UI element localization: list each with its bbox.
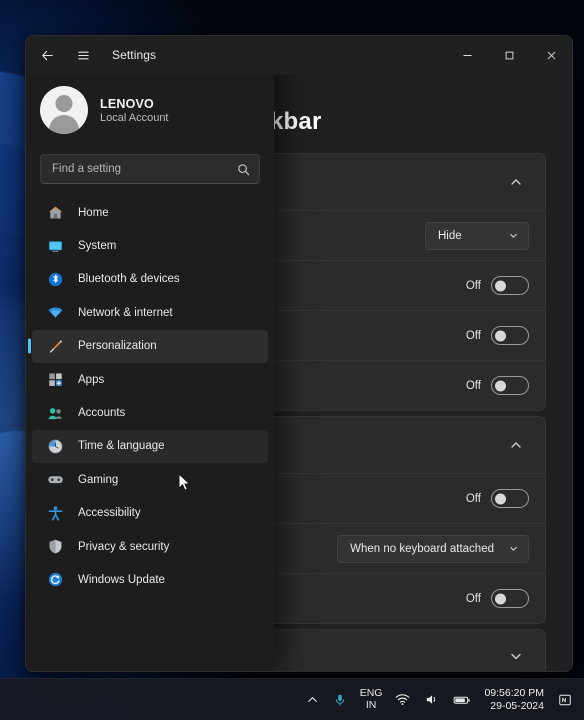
sidebar-item-label: Windows Update — [78, 573, 165, 586]
search-box[interactable] — [40, 154, 260, 184]
sidebar-item-gaming[interactable]: Gaming — [32, 463, 268, 496]
sidebar-item-windows-update[interactable]: Windows Update — [32, 563, 268, 596]
window-controls — [446, 36, 572, 74]
sidebar-item-accounts[interactable]: Accounts — [32, 396, 268, 429]
toggle-state-label: Off — [465, 379, 481, 392]
chevron-up-icon[interactable] — [503, 432, 529, 458]
minimize-button[interactable] — [446, 36, 488, 74]
navigation-flyout: LENOVO Local Account Find a setting Home… — [26, 36, 274, 671]
toggle-knob — [495, 330, 506, 341]
toggle-state-label: Off — [465, 279, 481, 292]
sidebar-item-time-language[interactable]: Time & language — [32, 429, 268, 464]
sidebar-item-label: Home — [78, 206, 109, 219]
page-title: kbar — [270, 108, 322, 135]
sidebar-item-system[interactable]: System — [32, 229, 268, 262]
close-button[interactable] — [530, 36, 572, 74]
sidebar-item-label: Apps — [78, 373, 105, 386]
apps-icon — [46, 371, 64, 389]
notification-bell-icon[interactable] — [552, 679, 578, 720]
system-icon — [46, 237, 64, 255]
maximize-button[interactable] — [488, 36, 530, 74]
user-avatar-icon[interactable] — [40, 86, 88, 134]
sidebar-item-label: Bluetooth & devices — [78, 273, 180, 286]
sidebar-item-label: Personalization — [78, 340, 157, 353]
accounts-icon — [46, 404, 64, 422]
accessibility-icon — [46, 504, 64, 522]
bluetooth-icon — [46, 270, 64, 288]
chevron-down-icon — [508, 230, 519, 241]
hamburger-menu-icon[interactable] — [68, 40, 98, 70]
sidebar-item-label: System — [78, 240, 117, 253]
network-wifi-icon — [46, 304, 64, 322]
clock-time: 09:56:20 PM — [484, 686, 544, 699]
settings-window: kbar ar — [25, 35, 573, 672]
search-icon — [237, 163, 250, 176]
clock-icon — [46, 437, 64, 455]
toggle-state-label: Off — [465, 592, 481, 605]
setting-toggle[interactable] — [491, 376, 529, 395]
sidebar-item-label: Privacy & security — [78, 540, 170, 553]
toggle-state-label: Off — [465, 492, 481, 505]
setting-toggle[interactable] — [491, 589, 529, 608]
toggle-knob — [495, 493, 506, 504]
battery-icon[interactable] — [446, 679, 478, 720]
sidebar-item-label: Accessibility — [78, 507, 141, 520]
paintbrush-icon — [46, 337, 64, 355]
sidebar-item-network-internet[interactable]: Network & internet — [32, 296, 268, 329]
language-secondary: IN — [365, 698, 377, 711]
sidebar-item-home[interactable]: Home — [32, 196, 268, 229]
chevron-up-icon[interactable] — [503, 169, 529, 195]
avatar-body — [49, 115, 79, 134]
setting-toggle[interactable] — [491, 489, 529, 508]
chevron-down-icon — [508, 543, 519, 554]
dropdown-value: Hide — [438, 229, 462, 242]
taskbar-behavior-dropdown[interactable]: Hide — [425, 221, 529, 250]
sidebar-item-personalization[interactable]: Personalization — [32, 329, 268, 363]
back-arrow-icon[interactable] — [32, 40, 62, 70]
clock-date[interactable]: 09:56:20 PM 29-05-2024 — [478, 687, 552, 712]
sidebar-item-label: Time & language — [78, 440, 165, 453]
sidebar-item-bluetooth-devices[interactable]: Bluetooth & devices — [32, 263, 268, 296]
sidebar-item-label: Accounts — [78, 407, 126, 420]
microphone-icon[interactable] — [326, 679, 354, 720]
language-primary: ENG — [359, 686, 383, 699]
window-title: Settings — [112, 48, 157, 62]
sidebar-item-privacy-security[interactable]: Privacy & security — [32, 530, 268, 563]
home-icon — [46, 204, 64, 222]
sidebar-item-label: Network & internet — [78, 306, 173, 319]
chevron-down-icon[interactable] — [503, 643, 529, 669]
sidebar-item-accessibility[interactable]: Accessibility — [32, 497, 268, 530]
avatar-head — [55, 95, 73, 112]
speaker-volume-icon[interactable] — [417, 679, 446, 720]
window-titlebar: Settings — [26, 36, 572, 74]
toggle-state-label: Off — [465, 329, 481, 342]
update-refresh-icon — [46, 571, 64, 589]
account-type: Local Account — [100, 111, 169, 124]
show-hidden-icons-button[interactable] — [299, 679, 326, 720]
desktop: kbar ar — [0, 0, 584, 720]
language-indicator[interactable]: ENG IN — [354, 686, 389, 712]
sidebar-item-label: Gaming — [78, 473, 119, 486]
mouse-cursor — [178, 472, 192, 498]
setting-toggle[interactable] — [491, 326, 529, 345]
search-input[interactable] — [52, 163, 237, 175]
taskbar: ENG IN 09:56:20 PM 29-05-2024 — [0, 678, 584, 720]
toggle-knob — [495, 593, 506, 604]
sidebar-nav: Home System Bluetooth & devices Network … — [26, 194, 274, 671]
account-name: LENOVO — [100, 96, 154, 111]
toggle-knob — [495, 280, 506, 291]
gamepad-icon — [46, 471, 64, 489]
wifi-icon[interactable] — [388, 679, 417, 720]
shield-icon — [46, 538, 64, 556]
setting-toggle[interactable] — [491, 276, 529, 295]
account-card[interactable]: LENOVO Local Account — [26, 74, 274, 148]
touch-keyboard-dropdown[interactable]: When no keyboard attached — [337, 534, 529, 563]
sidebar-item-apps[interactable]: Apps — [32, 363, 268, 396]
dropdown-value: When no keyboard attached — [350, 542, 494, 555]
toggle-knob — [495, 380, 506, 391]
clock-date-text: 29-05-2024 — [490, 699, 544, 712]
